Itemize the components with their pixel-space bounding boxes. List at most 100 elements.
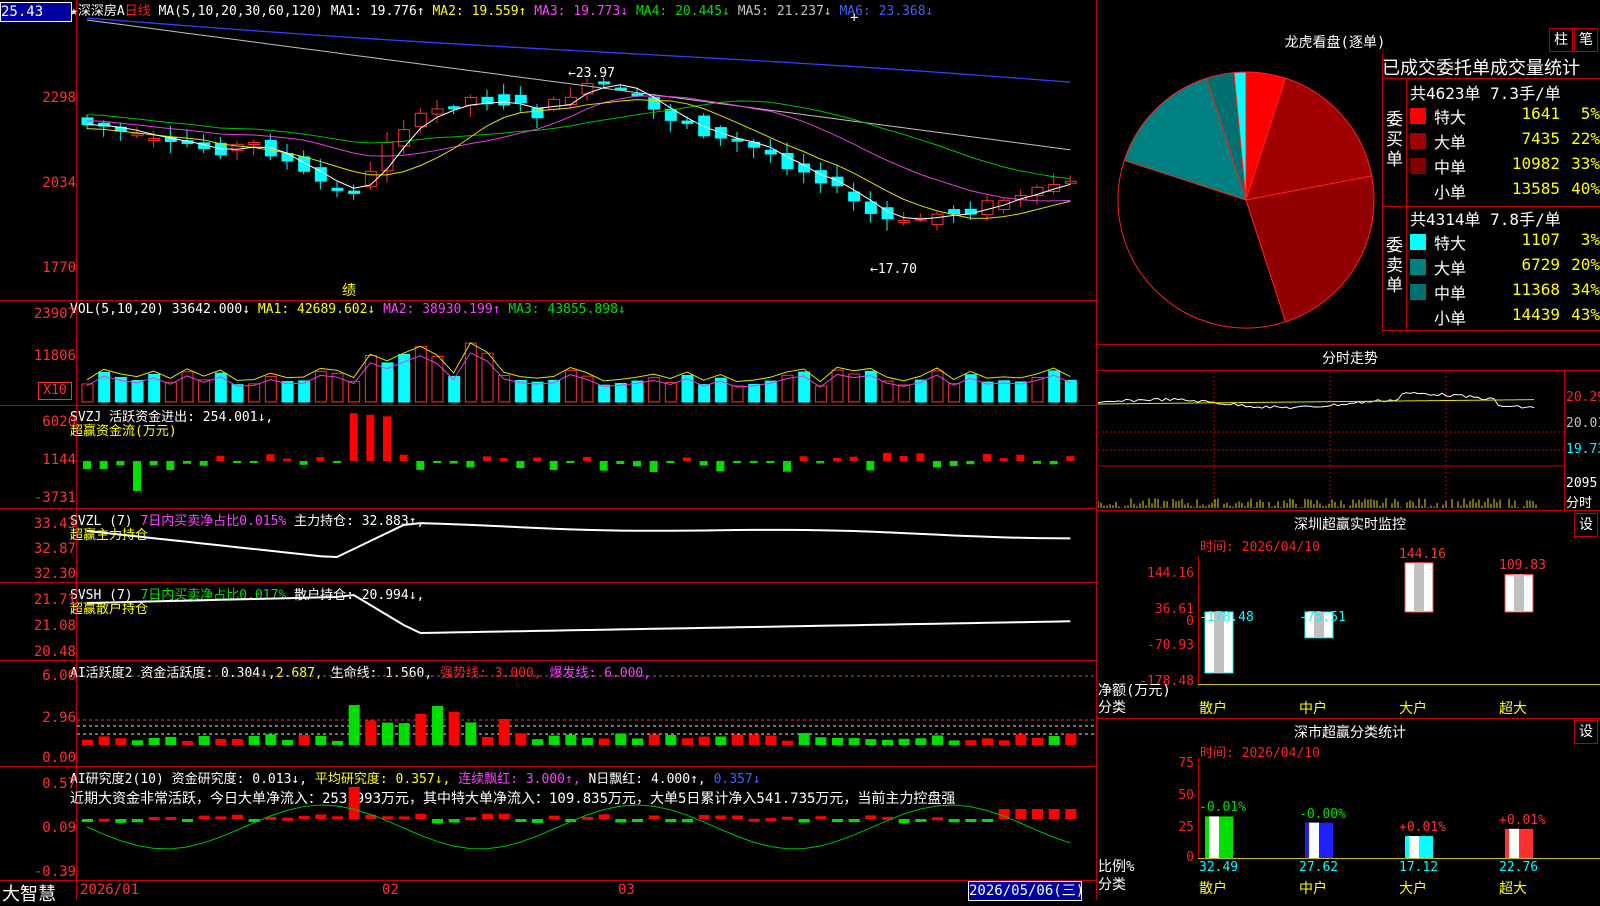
activity-bar	[732, 734, 743, 745]
monitor-y-label: -70.93	[1147, 638, 1194, 653]
activity-bar	[1048, 735, 1060, 745]
volume-chart[interactable]	[77, 320, 1096, 405]
monitor-category[interactable]: 散户	[1199, 698, 1227, 718]
divider-bottom-axis	[0, 880, 1096, 881]
high-price-label: ←23.97	[568, 66, 615, 81]
volume-bar	[131, 379, 144, 403]
fund-flow-bar	[883, 452, 891, 461]
fund-flow-bar	[166, 461, 175, 470]
buy-swatch	[1410, 183, 1426, 199]
vol-unit-box[interactable]: X10	[38, 382, 72, 400]
fund-flow-bar	[749, 461, 758, 464]
research-bar	[398, 816, 410, 820]
low-price-label: ←17.70	[870, 262, 917, 277]
fund-flow-bar	[899, 456, 908, 461]
volume-bar	[248, 383, 261, 403]
research-bar	[748, 818, 760, 822]
research-bar	[282, 817, 293, 821]
x-month-label: 03	[618, 882, 635, 898]
volume-bar	[1014, 381, 1027, 403]
candle-body	[831, 176, 844, 187]
classify-bar-shade	[1509, 828, 1519, 858]
price-cursor-value: 25.43	[1, 4, 44, 20]
candle-body	[381, 142, 394, 172]
monitor-bar	[1504, 573, 1534, 613]
activity-bar	[915, 738, 927, 745]
fund-flow-bar	[766, 461, 775, 463]
fund-flow-bar	[499, 458, 508, 461]
fund-flow-bar	[949, 461, 958, 466]
bar-view-button[interactable]: 柱	[1549, 28, 1573, 52]
classify-settings-button[interactable]: 设	[1574, 720, 1598, 744]
classify-category[interactable]: 散户	[1199, 878, 1227, 898]
sell-swatch	[1410, 259, 1426, 275]
fund-flow-bar	[199, 461, 208, 466]
monitor-settings-button[interactable]: 设	[1574, 513, 1598, 537]
buy-name: 小单	[1434, 183, 1467, 202]
svzj-y-label: 6020	[42, 414, 76, 430]
research-bar	[465, 817, 477, 821]
candle-body	[514, 94, 527, 104]
volume-bar	[731, 385, 744, 403]
monitor-category[interactable]: 中户	[1299, 698, 1327, 718]
main-holding-chart[interactable]	[77, 509, 1096, 582]
buy-row: 小单 13585 40%	[1410, 179, 1600, 203]
research-bar	[832, 819, 843, 822]
fund-flow-bar	[233, 461, 241, 463]
volume-bar	[1064, 379, 1077, 403]
fund-flow-bar	[216, 455, 225, 461]
vol-ma1: MA1: 42689.602↓	[257, 302, 376, 317]
activity-bar	[115, 738, 127, 745]
research-bar	[98, 818, 110, 822]
classify-category[interactable]: 大户	[1399, 878, 1427, 898]
activity-bar	[282, 739, 293, 745]
sell-row: 小单 14439 43%	[1410, 305, 1600, 329]
fund-flow-bar	[849, 456, 858, 461]
monitor-bar-chart[interactable]	[1199, 556, 1599, 686]
sell-count: 14439	[1511, 305, 1560, 324]
fund-flow-chart[interactable]	[77, 406, 1096, 508]
ai-research-chart[interactable]	[77, 767, 1096, 880]
sell-total: 共4314单 7.8手/单	[1410, 210, 1561, 229]
order-pie-chart[interactable]	[1106, 60, 1386, 340]
retail-holding-chart[interactable]	[77, 583, 1096, 660]
fund-flow-bar	[816, 461, 825, 464]
sell-name: 特大	[1434, 234, 1467, 253]
fund-flow-bar	[349, 413, 358, 461]
monitor-category[interactable]: 大户	[1399, 698, 1427, 718]
tick-view-button[interactable]: 笔	[1574, 28, 1598, 52]
monitor-time: 时间: 2026/04/10	[1200, 540, 1320, 555]
svzj-y-label: -3731	[33, 490, 76, 506]
research-bar	[548, 815, 560, 819]
ai1-y-label: 2.96	[42, 710, 76, 726]
classify-category[interactable]: 中户	[1299, 878, 1327, 898]
svzj-y-label: 1144	[42, 452, 76, 468]
sell-orders-label: 委卖单	[1386, 236, 1403, 296]
activity-bar	[882, 739, 893, 745]
volume-bar	[481, 352, 494, 403]
research-bar	[982, 819, 993, 822]
classify-category[interactable]: 超大	[1499, 878, 1527, 898]
fund-flow-bar	[1049, 461, 1058, 465]
activity-bar	[132, 740, 143, 745]
fund-flow-bar	[283, 458, 291, 461]
earnings-marker[interactable]: 绩	[342, 280, 356, 300]
monitor-category[interactable]: 超大	[1499, 698, 1527, 718]
svzl-y-label: 32.87	[33, 541, 76, 557]
candlestick-chart[interactable]	[77, 14, 1096, 300]
candle-body	[498, 94, 511, 106]
fund-flow-bar	[1066, 456, 1075, 461]
vol-title: VOL(5,10,20)	[70, 302, 164, 317]
ai-activity-chart[interactable]	[77, 661, 1096, 766]
fund-flow-bar	[716, 461, 725, 472]
fund-flow-bar	[966, 461, 975, 465]
activity-bar	[898, 738, 910, 745]
dragon-table-bottom	[1382, 330, 1600, 331]
buy-count: 13585	[1511, 179, 1560, 198]
fund-flow-bar	[533, 457, 541, 461]
classify-bar-chart[interactable]	[1199, 758, 1599, 858]
volume-bar	[981, 381, 994, 403]
research-bar	[498, 813, 510, 819]
intraday-chart[interactable]	[1098, 372, 1564, 508]
activity-bar	[682, 738, 693, 745]
